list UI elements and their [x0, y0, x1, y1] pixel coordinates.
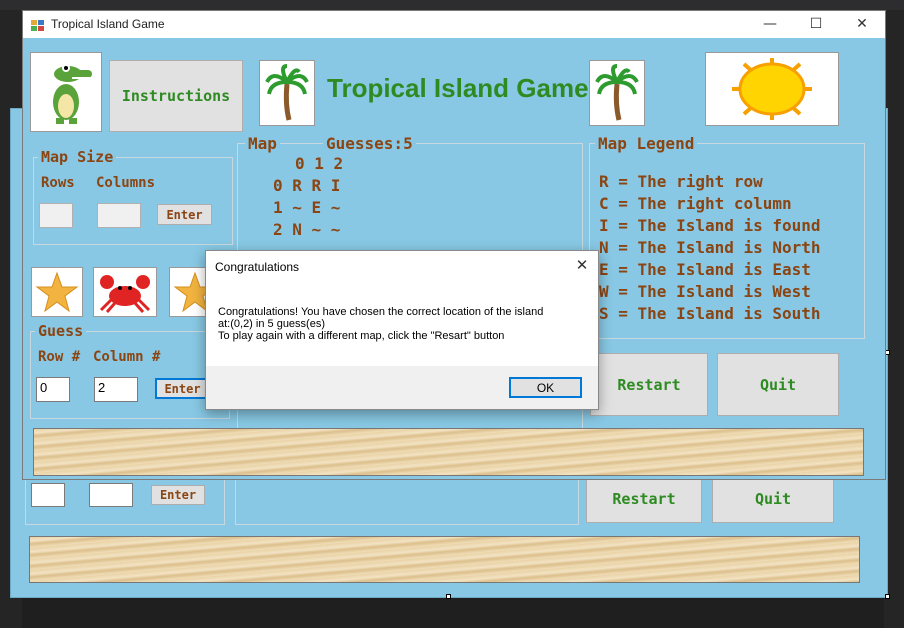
ide-menu-bar	[0, 0, 904, 10]
sun-image	[705, 52, 839, 126]
palm-tree-icon	[595, 64, 639, 121]
column-number-label: Column #	[93, 349, 161, 365]
dialog-close-button[interactable]: ✕	[570, 256, 594, 276]
starfish-image	[31, 267, 83, 317]
sun-icon	[732, 58, 812, 120]
map-row-0: 0 R R I	[273, 176, 341, 195]
designer-restart-button[interactable]: Restart	[586, 475, 702, 523]
designer-quit-button[interactable]: Quit	[712, 475, 834, 523]
crab-icon	[99, 275, 151, 313]
row-guess-input[interactable]: 0	[36, 377, 70, 402]
designer-row-field[interactable]	[31, 483, 65, 507]
legend-line: I = The Island is found	[599, 216, 821, 235]
app-icon	[31, 17, 45, 31]
map-size-label: Map Size	[38, 148, 117, 166]
designer-restart-label: Restart	[612, 490, 676, 508]
sand-image	[33, 428, 864, 476]
guess-enter-button[interactable]: Enter	[155, 378, 210, 399]
starfish-icon	[35, 271, 79, 313]
column-guess-input[interactable]: 2	[94, 377, 138, 402]
designer-enter-label: Enter	[159, 488, 197, 502]
title-bar: Tropical Island Game — ☐ ✕	[23, 11, 885, 38]
crab-image	[93, 267, 157, 317]
selection-handle[interactable]	[446, 594, 451, 599]
guess-group	[30, 331, 230, 419]
map-row-2: 2 N ~ ~	[273, 220, 341, 239]
legend-line: E = The Island is East	[599, 260, 811, 279]
rows-label: Rows	[41, 175, 75, 191]
game-title: Tropical Island Game!	[327, 73, 598, 103]
restart-label: Restart	[617, 375, 681, 394]
quit-label: Quit	[759, 375, 797, 394]
row-number-label: Row #	[38, 349, 81, 365]
minimize-button[interactable]: —	[747, 11, 793, 38]
crocodile-icon	[53, 64, 92, 124]
columns-input[interactable]	[97, 203, 141, 228]
quit-button[interactable]: Quit	[717, 353, 839, 416]
legend-line: S = The Island is South	[599, 304, 821, 323]
rows-input[interactable]	[39, 203, 73, 228]
window-title: Tropical Island Game	[51, 17, 165, 31]
palm-tree-image-left	[259, 60, 315, 126]
instructions-label: Instructions	[121, 87, 231, 105]
dialog-message-line: Congratulations! You have chosen the cor…	[218, 306, 544, 318]
legend-line: W = The Island is West	[599, 282, 811, 301]
map-column-header: 0 1 2	[295, 154, 344, 173]
dialog-message-line: at:(0,2) in 5 guess(es)	[218, 318, 325, 330]
ok-label: OK	[536, 380, 555, 395]
maximize-button[interactable]: ☐	[793, 11, 839, 38]
crocodile-image	[30, 52, 102, 132]
dialog-message: Congratulations! You have chosen the cor…	[218, 306, 543, 342]
restart-button[interactable]: Restart	[590, 353, 708, 416]
ok-button[interactable]: OK	[509, 377, 582, 398]
designer-enter-button[interactable]: Enter	[151, 485, 205, 505]
legend-line: C = The right column	[599, 194, 792, 213]
palm-tree-icon	[265, 64, 309, 121]
selection-handle[interactable]	[885, 594, 890, 599]
map-size-group	[33, 157, 233, 245]
dialog-message-line: To play again with a different map, clic…	[218, 330, 505, 342]
map-row-1: 1 ~ E ~	[273, 198, 341, 217]
map-size-enter-button[interactable]: Enter	[157, 204, 212, 225]
guess-label: Guess	[35, 322, 87, 340]
designer-quit-label: Quit	[754, 490, 792, 508]
guesses-label: Guesses:5	[323, 134, 416, 153]
designer-column-field[interactable]	[89, 483, 133, 507]
map-size-enter-label: Enter	[166, 207, 203, 222]
legend-line: N = The Island is North	[599, 238, 821, 257]
instructions-button[interactable]: Instructions	[109, 60, 243, 132]
legend-title: Map Legend	[595, 134, 698, 153]
guess-enter-label: Enter	[164, 381, 201, 396]
legend-line: R = The right row	[599, 172, 763, 191]
map-label: Map	[245, 134, 280, 153]
designer-map-group	[235, 475, 579, 525]
designer-sand-image	[29, 536, 860, 583]
close-button[interactable]: ✕	[839, 11, 885, 38]
dialog-title: Congratulations	[215, 260, 300, 274]
palm-tree-image-right	[589, 60, 645, 126]
columns-label: Columns	[96, 175, 156, 191]
congratulations-dialog: Congratulations ✕ Congratulations! You h…	[205, 250, 599, 410]
